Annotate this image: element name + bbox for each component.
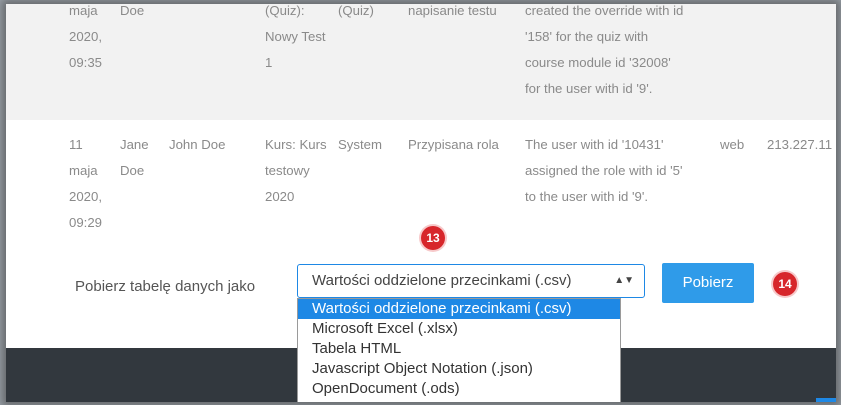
cell-date: maja 2020, 09:35 bbox=[69, 4, 103, 70]
cell-event[interactable]: Przypisana rola bbox=[408, 132, 499, 158]
select-arrows-icon: ▲▼ bbox=[614, 275, 634, 286]
format-option-json[interactable]: Javascript Object Notation (.json) bbox=[298, 359, 620, 379]
step-badge-13: 13 bbox=[421, 226, 445, 250]
download-format-label: Pobierz tabelę danych jako bbox=[75, 278, 256, 295]
table-row: maja 2020, 09:35 Doe (Quiz): Nowy Test 1 (Qu… bbox=[6, 4, 836, 120]
table-row: 11 maja 2020, 09:29 Jane Doe John Doe Kurs: … bbox=[6, 124, 836, 244]
cell-user[interactable]: Doe bbox=[120, 4, 144, 24]
cell-ip[interactable]: 213.227.11 bbox=[767, 132, 832, 158]
format-select[interactable]: Wartości oddzielone przecinkami (.csv) ▲… bbox=[297, 264, 645, 298]
cell-event[interactable]: napisanie testu bbox=[408, 4, 497, 24]
cell-context[interactable]: Kurs: Kurs testowy 2020 bbox=[265, 132, 327, 210]
format-option-html[interactable]: Tabela HTML bbox=[298, 339, 620, 359]
cell-description: The user with id '10431' assigned the rol… bbox=[525, 137, 683, 204]
format-option-xlsx[interactable]: Microsoft Excel (.xlsx) bbox=[298, 319, 620, 339]
footer-button[interactable] bbox=[816, 398, 836, 402]
cell-affected-user[interactable]: John Doe bbox=[169, 132, 225, 158]
cell-context[interactable]: (Quiz): Nowy Test 1 bbox=[265, 4, 326, 76]
cell-date: 11 maja 2020, 09:29 bbox=[69, 137, 103, 230]
cell-component: System bbox=[338, 137, 382, 152]
cell-origin: web bbox=[720, 137, 745, 152]
step-badge-14: 14 bbox=[773, 272, 797, 296]
cell-description: created the override with id '158' for th… bbox=[525, 4, 684, 96]
format-option-ods[interactable]: OpenDocument (.ods) bbox=[298, 379, 620, 399]
format-dropdown-list[interactable]: Wartości oddzielone przecinkami (.csv) M… bbox=[297, 298, 621, 402]
format-option-csv[interactable]: Wartości oddzielone przecinkami (.csv) bbox=[298, 299, 620, 319]
cell-user[interactable]: Jane Doe bbox=[120, 132, 149, 184]
screenshot-frame: maja 2020, 09:35 Doe (Quiz): Nowy Test 1 (Qu… bbox=[6, 4, 836, 402]
cell-component: (Quiz) bbox=[338, 4, 374, 18]
format-select-value: Wartości oddzielone przecinkami (.csv) bbox=[312, 272, 572, 289]
download-button[interactable]: Pobierz bbox=[662, 263, 754, 303]
